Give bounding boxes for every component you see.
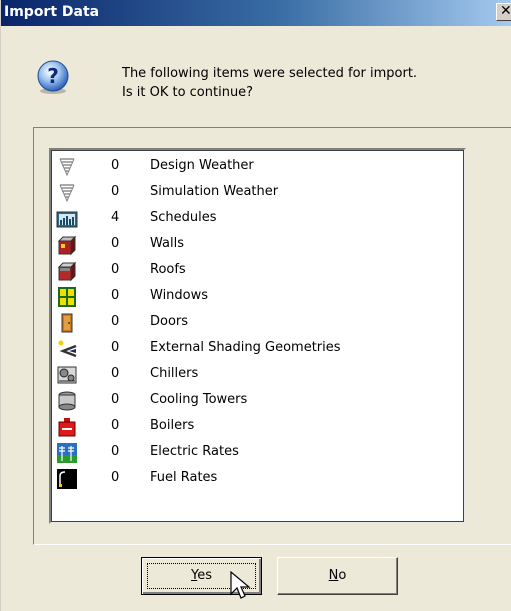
- item-label: Electric Rates: [150, 444, 239, 459]
- item-count: 0: [111, 184, 120, 199]
- list-item-fuel-rates[interactable]: 0 Fuel Rates: [51, 467, 464, 493]
- import-data-dialog: Import Data ✕ ? The following items were…: [0, 0, 511, 611]
- item-label: Schedules: [150, 210, 217, 225]
- confirmation-message: The following items were selected for im…: [122, 64, 417, 102]
- title-bar[interactable]: Import Data ✕: [1, 0, 511, 26]
- item-count: 0: [111, 262, 120, 277]
- item-count: 0: [111, 366, 120, 381]
- import-items-list[interactable]: 0 Design Weather 0 Simulation Weather 4 …: [49, 148, 466, 524]
- list-item-roofs[interactable]: 0 Roofs: [51, 259, 464, 285]
- item-count: 0: [111, 158, 120, 173]
- window-title: Import Data: [4, 4, 100, 20]
- item-count: 0: [111, 236, 120, 251]
- yes-button-label: Yes: [191, 568, 212, 583]
- item-label: Windows: [150, 288, 209, 303]
- chillers-icon: [57, 366, 77, 384]
- yes-rest: es: [197, 568, 212, 583]
- list-item-electric-rates[interactable]: 0 Electric Rates: [51, 441, 464, 467]
- item-label: Chillers: [150, 366, 199, 381]
- item-count: 0: [111, 288, 120, 303]
- item-label: Design Weather: [150, 158, 254, 173]
- list-item-schedules[interactable]: 4 Schedules: [51, 207, 464, 233]
- design-weather-icon: [59, 158, 75, 177]
- list-item-cooling-towers[interactable]: 0 Cooling Towers: [51, 389, 464, 415]
- no-button-label: No: [329, 568, 347, 583]
- item-count: 0: [111, 470, 120, 485]
- list-item-doors[interactable]: 0 Doors: [51, 311, 464, 337]
- list-item-design-weather[interactable]: 0 Design Weather: [51, 155, 464, 181]
- close-icon: ✕: [500, 3, 511, 19]
- item-label: Walls: [150, 236, 184, 251]
- item-label: Fuel Rates: [150, 470, 218, 485]
- item-count: 0: [111, 314, 120, 329]
- list-item-walls[interactable]: 0 Walls: [51, 233, 464, 259]
- item-count: 0: [111, 418, 120, 433]
- list-item-chillers[interactable]: 0 Chillers: [51, 363, 464, 389]
- shading-icon: [58, 340, 77, 358]
- item-count: 0: [111, 444, 120, 459]
- cooling-towers-icon: [58, 391, 76, 411]
- item-count: 4: [111, 210, 120, 225]
- no-rest: o: [338, 568, 347, 583]
- simulation-weather-icon: [59, 184, 75, 203]
- item-label: Simulation Weather: [150, 184, 279, 199]
- item-label: External Shading Geometries: [150, 340, 341, 355]
- list-item-simulation-weather[interactable]: 0 Simulation Weather: [51, 181, 464, 207]
- svg-text:?: ?: [47, 64, 59, 88]
- list-item-external-shading[interactable]: 0 External Shading Geometries: [51, 337, 464, 363]
- no-mnemonic: N: [328, 568, 339, 583]
- mouse-cursor-icon: [230, 570, 251, 599]
- close-button[interactable]: ✕: [496, 3, 511, 21]
- message-line-2: Is it OK to continue?: [122, 85, 254, 100]
- list-item-windows[interactable]: 0 Windows: [51, 285, 464, 311]
- message-line-1: The following items were selected for im…: [122, 66, 418, 81]
- walls-icon: [57, 235, 77, 256]
- list-item-boilers[interactable]: 0 Boilers: [51, 415, 464, 441]
- roofs-icon: [57, 261, 77, 282]
- item-count: 0: [111, 340, 120, 355]
- no-button[interactable]: No: [277, 557, 398, 595]
- help-question-icon: ?: [37, 60, 69, 94]
- doors-icon: [61, 313, 73, 333]
- item-label: Cooling Towers: [150, 392, 248, 407]
- electric-rates-icon: [57, 443, 77, 463]
- fuel-rates-icon: [57, 469, 77, 489]
- item-label: Boilers: [150, 418, 195, 433]
- boilers-icon: [58, 418, 76, 437]
- item-count: 0: [111, 392, 120, 407]
- schedules-icon: [56, 211, 78, 228]
- item-label: Roofs: [150, 262, 186, 277]
- windows-icon: [58, 287, 76, 307]
- item-label: Doors: [150, 314, 189, 329]
